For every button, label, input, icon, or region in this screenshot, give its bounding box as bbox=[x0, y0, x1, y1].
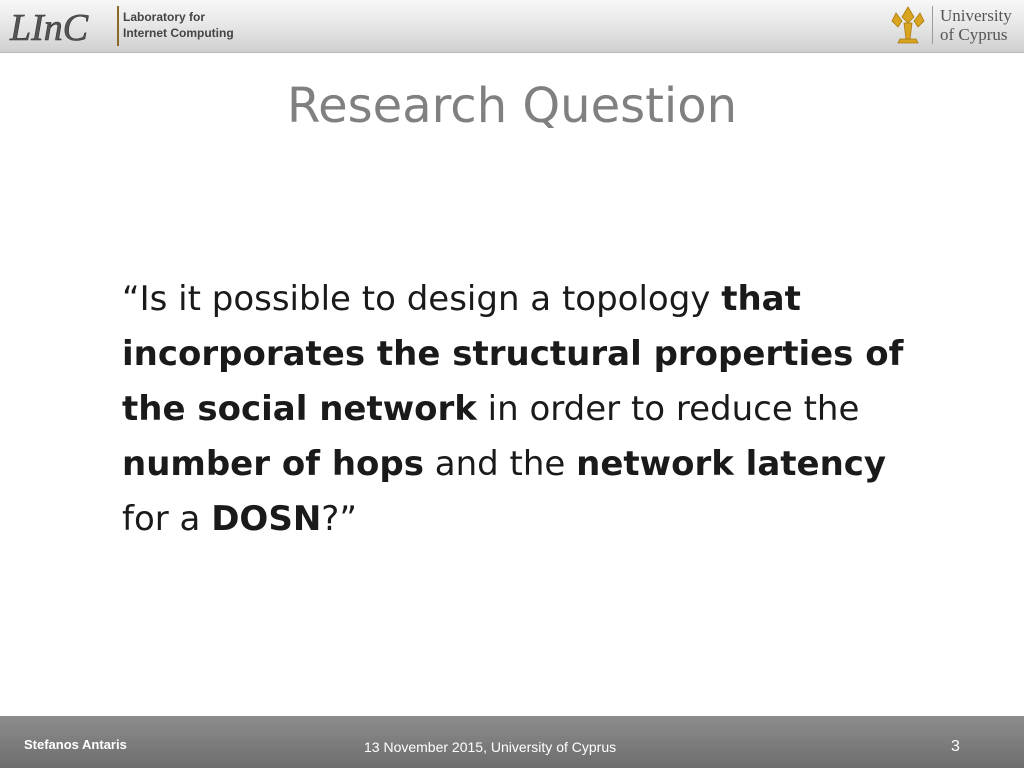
footer-bar: Stefanos Antaris 13 November 2015, Unive… bbox=[0, 716, 1024, 768]
lab-name-line1: Laboratory for bbox=[123, 10, 206, 24]
footer-author: Stefanos Antaris bbox=[24, 737, 127, 752]
quote-text: for a bbox=[122, 499, 212, 539]
university-name-line1: University bbox=[940, 6, 1012, 25]
linc-logo-icon: LInC bbox=[9, 7, 89, 48]
slide: LInC Laboratory for Internet Computing U… bbox=[0, 0, 1024, 768]
slide-title: Research Question bbox=[286, 78, 738, 134]
university-name: University of Cyprus bbox=[940, 6, 1012, 44]
university-divider bbox=[932, 6, 933, 44]
research-question-quote: “Is it possible to design a topology tha… bbox=[122, 272, 912, 547]
quote-emphasis: network latency bbox=[576, 444, 887, 484]
quote-text: ?” bbox=[321, 499, 357, 539]
page-number: 3 bbox=[951, 738, 960, 755]
linc-logo-text: LInC bbox=[9, 7, 89, 48]
quote-text: in order to reduce the bbox=[476, 389, 860, 429]
quote-text: “Is it possible to design a topology bbox=[122, 279, 722, 319]
quote-emphasis: number of hops bbox=[122, 444, 424, 484]
footer-date-place: 13 November 2015, University of Cyprus bbox=[364, 739, 617, 755]
university-emblem-icon bbox=[891, 6, 925, 44]
quote-text: and the bbox=[423, 444, 577, 484]
university-name-line2: of Cyprus bbox=[940, 25, 1008, 44]
lab-name: Laboratory for Internet Computing bbox=[123, 9, 234, 41]
lab-logo-divider bbox=[117, 6, 119, 46]
lab-name-line2: Internet Computing bbox=[123, 26, 234, 40]
header-bar: LInC Laboratory for Internet Computing U… bbox=[0, 0, 1024, 53]
quote-emphasis: DOSN bbox=[211, 499, 322, 539]
